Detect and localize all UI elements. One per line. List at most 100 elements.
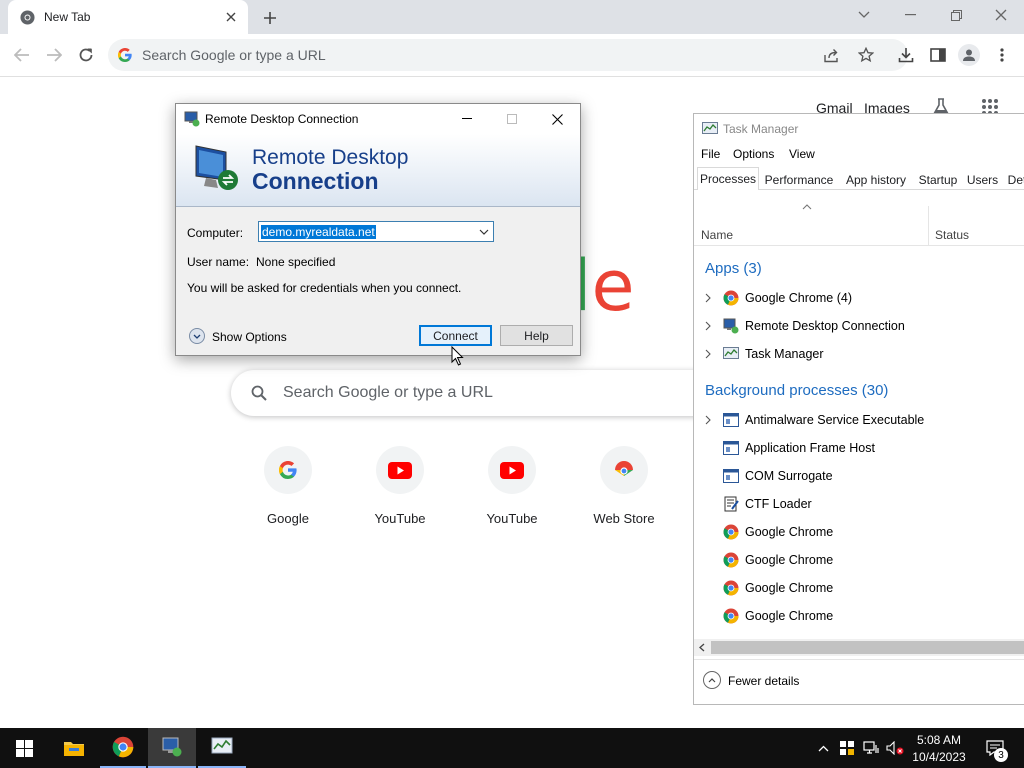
tab-processes[interactable]: Processes — [697, 167, 759, 190]
chrome-taskbar-icon[interactable] — [100, 728, 146, 768]
tab-search-chevron-icon[interactable] — [854, 6, 874, 24]
clock-time[interactable]: 5:08 AM — [906, 733, 972, 747]
connect-button[interactable]: Connect — [419, 325, 492, 346]
process-row[interactable]: Google Chrome — [694, 602, 1024, 630]
username-value: None specified — [256, 255, 336, 269]
scroll-left-arrow-icon[interactable] — [699, 643, 705, 652]
close-window-icon[interactable] — [991, 6, 1011, 24]
computer-label: Computer: — [187, 226, 244, 240]
security-shield-icon[interactable] — [838, 728, 856, 768]
tab-performance[interactable]: Performance — [759, 169, 839, 191]
ntp-search-box[interactable]: Search Google or type a URL — [231, 370, 751, 416]
horizontal-scrollbar[interactable] — [694, 639, 1024, 656]
shortcut-tile[interactable]: Web Store — [568, 446, 680, 558]
new-tab-plus-icon[interactable] — [260, 8, 280, 28]
task-manager-taskbar-icon[interactable] — [198, 728, 246, 768]
reload-icon[interactable] — [76, 45, 96, 65]
computer-input-value[interactable]: demo.myrealdata.net — [261, 225, 376, 239]
footer-divider — [694, 659, 1024, 660]
fewer-details-button[interactable]: Fewer details — [728, 674, 799, 688]
file-explorer-icon[interactable] — [52, 728, 96, 768]
process-row[interactable]: Google Chrome — [694, 546, 1024, 574]
apps-section-header: Apps (3) — [705, 260, 762, 277]
chrome-icon — [723, 552, 739, 568]
process-row[interactable]: Remote Desktop Connection — [694, 312, 1024, 340]
download-icon[interactable] — [896, 45, 916, 65]
process-row[interactable]: Google Chrome — [694, 518, 1024, 546]
process-name: Task Manager — [745, 347, 824, 361]
process-row[interactable]: Google Chrome (4) — [694, 284, 1024, 312]
chrome-icon — [723, 524, 739, 540]
column-status[interactable]: Status — [935, 228, 969, 242]
menu-view[interactable]: View — [789, 147, 815, 161]
mouse-cursor-icon — [451, 346, 464, 366]
task-manager-window: Task Manager File Options View Processes… — [693, 113, 1024, 705]
tab-app-history[interactable]: App history — [840, 169, 912, 191]
bookmark-star-icon[interactable] — [856, 45, 876, 65]
menu-options[interactable]: Options — [733, 147, 774, 161]
web-store-icon — [600, 446, 648, 494]
fewer-details-chevron-icon[interactable] — [703, 671, 721, 689]
shortcut-tile[interactable]: YouTube — [456, 446, 568, 558]
restore-icon[interactable] — [946, 6, 966, 24]
chevron-down-icon[interactable] — [477, 226, 491, 238]
column-divider — [928, 206, 929, 246]
expand-chevron-icon[interactable] — [705, 321, 711, 331]
expand-chevron-icon[interactable] — [705, 293, 711, 303]
expand-chevron-icon[interactable] — [705, 349, 711, 359]
process-row[interactable]: Task Manager — [694, 340, 1024, 368]
back-arrow-icon[interactable] — [12, 45, 32, 65]
process-row[interactable]: Antimalware Service Executable — [694, 406, 1024, 434]
scrollbar-thumb[interactable] — [711, 641, 1024, 654]
tab-startup[interactable]: Startup — [913, 169, 963, 191]
close-tab-icon[interactable] — [222, 8, 240, 26]
rdc-taskbar-icon[interactable] — [148, 728, 196, 768]
task-manager-icon — [702, 122, 718, 136]
windows-start-icon[interactable] — [0, 728, 48, 768]
tab-users[interactable]: Users — [964, 169, 1001, 191]
side-panel-icon[interactable] — [928, 45, 948, 65]
show-options-chevron-icon[interactable] — [189, 328, 205, 344]
volume-muted-icon[interactable] — [885, 728, 905, 768]
process-row[interactable]: Application Frame Host — [694, 434, 1024, 462]
shortcut-label: YouTube — [486, 511, 538, 526]
rdc-close-icon[interactable] — [534, 104, 580, 134]
chrome-icon — [723, 290, 739, 306]
omnibox[interactable]: Search Google or type a URL — [108, 39, 908, 71]
show-options-button[interactable]: Show Options — [212, 330, 287, 344]
process-row[interactable]: COM Surrogate — [694, 462, 1024, 490]
tray-overflow-chevron-icon[interactable] — [814, 728, 832, 768]
task-manager-title: Task Manager — [723, 122, 799, 136]
search-icon — [251, 385, 267, 401]
share-icon[interactable] — [822, 45, 842, 65]
rdc-maximize-icon[interactable] — [489, 104, 535, 134]
forward-arrow-icon[interactable] — [44, 45, 64, 65]
notification-count-badge: 3 — [994, 748, 1008, 762]
process-name: Google Chrome — [745, 553, 834, 567]
menu-file[interactable]: File — [701, 147, 720, 161]
notification-center-icon[interactable] — [980, 728, 1010, 768]
shortcut-tile[interactable]: Google — [232, 446, 344, 558]
profile-avatar-icon[interactable] — [958, 44, 980, 66]
process-row[interactable]: Google Chrome — [694, 574, 1024, 602]
youtube-icon — [376, 446, 424, 494]
service-icon — [723, 413, 739, 427]
rdc-banner-line1: Remote Desktop — [252, 146, 409, 169]
tab-details[interactable]: Det — [1002, 169, 1024, 191]
clock-date[interactable]: 10/4/2023 — [906, 750, 972, 764]
kebab-menu-icon[interactable] — [992, 45, 1012, 65]
username-label: User name: — [187, 255, 250, 269]
process-name: Google Chrome — [745, 581, 834, 595]
computer-combobox[interactable]: demo.myrealdata.net — [258, 221, 494, 242]
expand-chevron-icon[interactable] — [705, 415, 711, 425]
column-name[interactable]: Name — [701, 228, 733, 242]
help-button[interactable]: Help — [500, 325, 573, 346]
tab-new-tab[interactable]: New Tab — [8, 0, 248, 34]
process-row[interactable]: CTF Loader — [694, 490, 1024, 518]
rdc-minimize-icon[interactable] — [444, 104, 490, 134]
network-icon[interactable] — [862, 728, 880, 768]
minimize-icon[interactable] — [900, 6, 920, 24]
shortcut-label: YouTube — [374, 511, 426, 526]
rdc-titlebar[interactable]: Remote Desktop Connection — [176, 104, 580, 134]
shortcut-tile[interactable]: YouTube — [344, 446, 456, 558]
